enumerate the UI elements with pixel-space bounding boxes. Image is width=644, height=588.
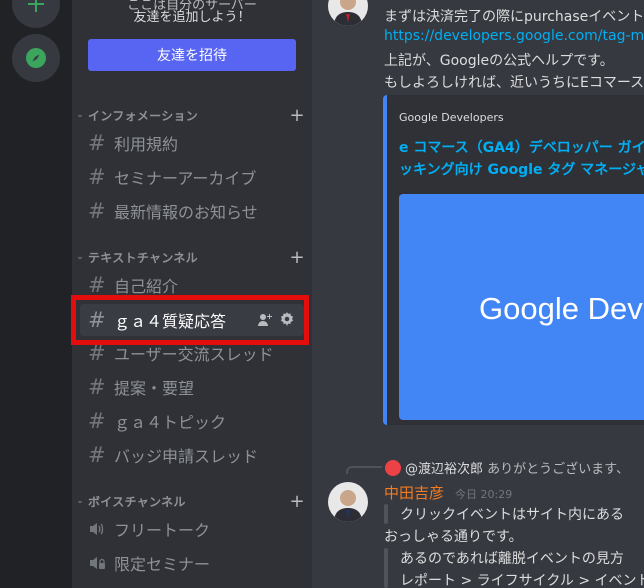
hash-icon: # (88, 130, 106, 155)
reply-text: ありがとうございます、 (487, 462, 630, 477)
reply-connector (346, 466, 382, 474)
category-voice-channels[interactable]: ⌄ ボイスチャンネル + (72, 489, 312, 513)
hash-icon: # (88, 272, 106, 297)
channel-label: セミナーアーカイブ (114, 169, 257, 188)
hash-icon: # (88, 442, 106, 467)
channel-seminar-archive[interactable]: # セミナーアーカイブ (80, 161, 304, 193)
explore-servers-button[interactable] (12, 34, 60, 82)
channel-label: バッジ申請スレッド (114, 447, 259, 466)
category-label: テキストチャンネル (88, 250, 198, 265)
channel-rules[interactable]: # 利用規約 (80, 127, 304, 159)
hash-icon: # (88, 340, 106, 365)
embed-title[interactable]: e コマース（GA4）デベロッパー ガイド (399, 137, 644, 157)
hash-icon: # (88, 374, 106, 399)
voice-channel-limited-seminar[interactable]: 限定セミナー (80, 547, 304, 579)
locked-speaker-icon (88, 554, 112, 572)
add-server-button[interactable] (12, 0, 60, 28)
chevron-down-icon: ⌄ (76, 252, 84, 262)
create-channel-icon[interactable]: + (282, 491, 312, 512)
channel-proposals[interactable]: # 提案・要望 (80, 371, 304, 403)
message-username[interactable]: 中田吉彦 (384, 482, 444, 503)
channel-sidebar: ここは自分のサーバー 友達を追加しよう！ 友達を招待 ⌄ インフォメーション +… (72, 0, 312, 588)
channel-label: 自己紹介 (114, 277, 179, 296)
category-label: ボイスチャンネル (88, 494, 186, 509)
hash-icon: # (88, 408, 106, 433)
discord-icon (385, 460, 401, 476)
hash-icon: # (88, 164, 106, 189)
message-quote: レポート > ライフサイクル > イベント (400, 573, 644, 588)
channel-label: 利用規約 (114, 135, 179, 154)
chevron-down-icon: ⌄ (76, 110, 84, 120)
reply-preview[interactable]: @渡辺裕次郎 ありがとうございます、 (405, 458, 629, 477)
message-timestamp: 今日 20:29 (455, 488, 513, 501)
voice-channel-free-talk[interactable]: フリートーク (80, 513, 304, 545)
category-text-channels[interactable]: ⌄ テキストチャンネル + (72, 245, 312, 269)
reply-mention: @渡辺裕次郎 (405, 462, 484, 477)
message-text: まずは決済完了の際にpurchaseイベント (384, 9, 644, 25)
chevron-down-icon: ⌄ (76, 496, 84, 506)
channel-news[interactable]: # 最新情報のお知らせ (80, 195, 304, 227)
channel-label: 提案・要望 (114, 379, 195, 398)
hash-icon: # (88, 198, 106, 223)
server-rail (0, 0, 72, 588)
invite-line2: 友達を追加しよう！ (133, 10, 251, 25)
message-text: もしよろしければ、近いうちにEコマース (384, 75, 644, 91)
message-quote: クリックイベントはサイト内にある (400, 507, 624, 523)
link-embed: Google Developers e コマース（GA4）デベロッパー ガイド … (383, 95, 644, 425)
create-channel-icon[interactable]: + (282, 105, 312, 126)
embed-provider: Google Developers (399, 111, 504, 124)
channel-label: ｇａ４トピック (114, 413, 227, 432)
channel-label: 最新情報のお知らせ (114, 203, 258, 222)
avatar[interactable] (328, 0, 368, 26)
chat-area: まずは決済完了の際にpurchaseイベント https://developer… (312, 0, 644, 588)
message-quote: あるのであれば離脱イベントの見方 (400, 551, 624, 567)
category-label: インフォメーション (88, 108, 199, 123)
create-channel-icon[interactable]: + (282, 247, 312, 268)
avatar[interactable] (328, 482, 368, 522)
embed-title-line2[interactable]: ッキング向け Google タグ マネージャー (399, 159, 644, 179)
category-information[interactable]: ⌄ インフォメーション + (72, 103, 312, 127)
embed-image[interactable]: Google Developers (399, 194, 644, 420)
speaker-icon (88, 520, 112, 538)
channel-label: 限定セミナー (114, 555, 211, 574)
invite-friends-button[interactable]: 友達を招待 (88, 39, 296, 71)
channel-badge-thread[interactable]: # バッジ申請スレッド (80, 439, 304, 471)
selected-channel-highlight (71, 295, 309, 345)
embed-image-text: Google Developers (479, 291, 644, 326)
compass-icon (26, 48, 46, 68)
quote-bar (384, 504, 388, 524)
quote-bar (384, 548, 388, 588)
message-text: おっしゃる通りです。 (384, 529, 523, 545)
message-text: 上記が、Googleの公式ヘルプです。 (384, 53, 614, 69)
plus-icon (28, 0, 44, 12)
message-link[interactable]: https://developers.google.com/tag-manage… (384, 28, 644, 44)
channel-ga4-topics[interactable]: # ｇａ４トピック (80, 405, 304, 437)
channel-label: フリートーク (114, 521, 211, 540)
